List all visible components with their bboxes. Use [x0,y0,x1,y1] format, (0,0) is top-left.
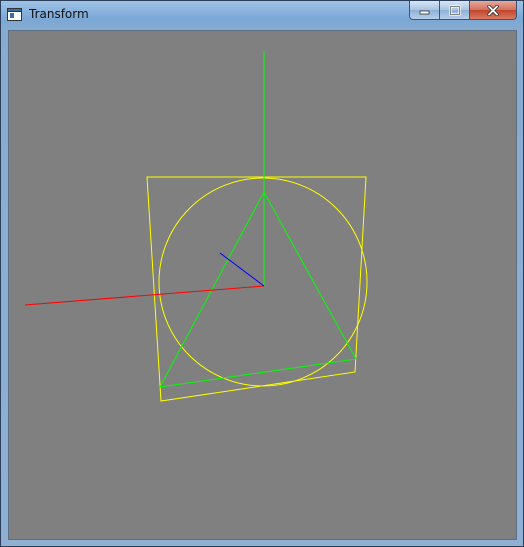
window-title: Transform [29,7,89,21]
window-controls [409,1,517,21]
x-axis-line [24,285,265,306]
triangle-shape [159,190,357,388]
app-window: Transform [0,0,524,547]
close-icon [487,4,499,16]
z-axis-line [219,252,265,287]
maximize-icon [448,4,461,16]
app-window-icon [7,8,22,21]
maximize-button[interactable] [439,1,469,20]
title-bar[interactable]: Transform [1,1,523,30]
close-button[interactable] [469,1,517,20]
minimize-icon [419,10,429,15]
minimize-button[interactable] [409,1,439,20]
bounding-frame [146,176,367,402]
scene-viewport [24,51,368,402]
render-canvas[interactable] [8,30,517,540]
circle-shape [158,177,368,387]
